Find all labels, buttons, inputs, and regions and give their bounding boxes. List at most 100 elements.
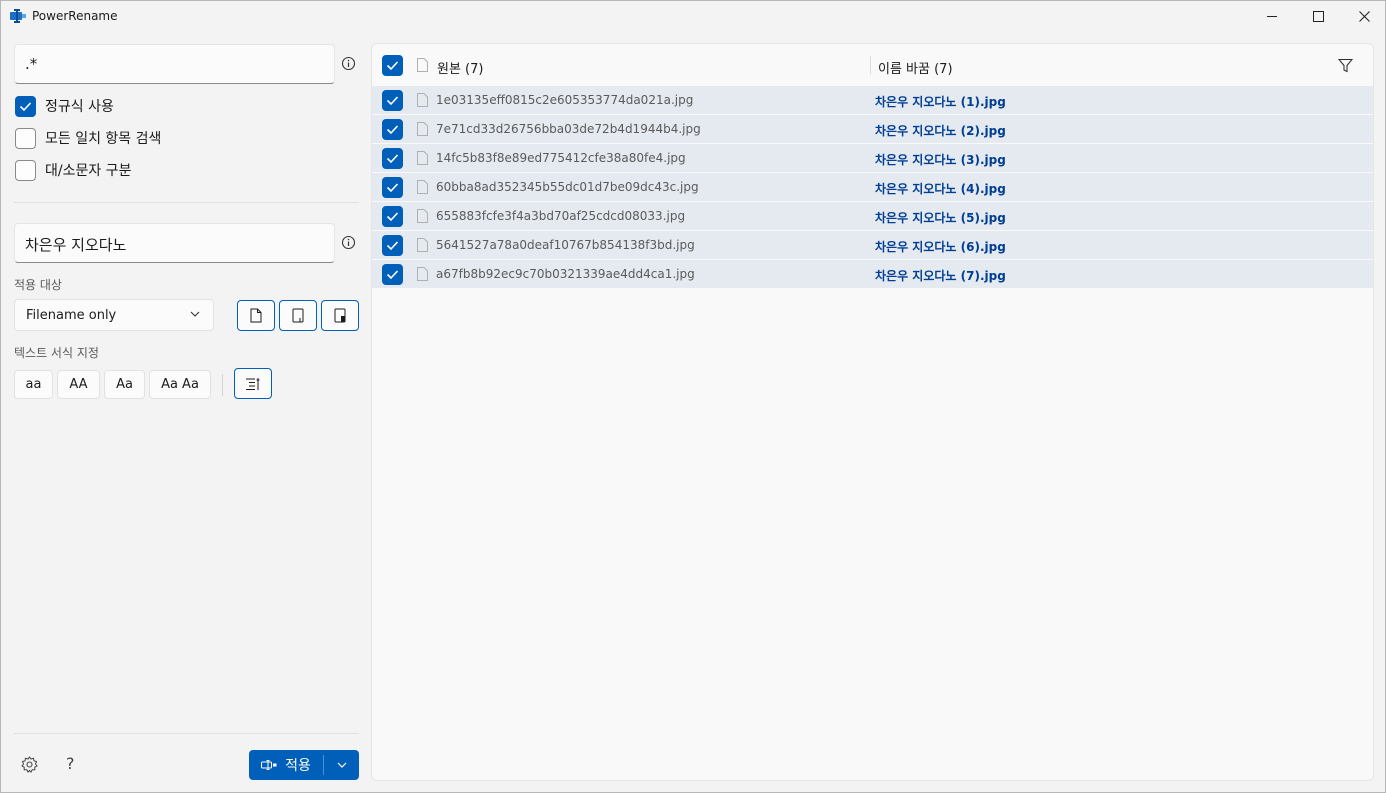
maximize-icon (1312, 11, 1324, 22)
use-regex-label: 정규식 사용 (45, 99, 114, 115)
enumerate-list-icon (246, 377, 260, 390)
use-regex-option[interactable]: 정규식 사용 (15, 95, 114, 117)
include-files-toggle[interactable] (237, 300, 275, 331)
file-icon (417, 58, 428, 72)
table-row[interactable]: 5641527a78a0deaf10767b854138f3bd.jpg 차은우… (372, 231, 1373, 260)
checkmark-icon (386, 270, 399, 280)
powerrename-window: PowerRename .* 정규식 사용 모든 일치 항목 검색 대/소문자 … (0, 0, 1386, 793)
file-list-panel: 원본 (7) 이름 바꿈 (7) 1e03135eff0815c2e605353… (371, 43, 1374, 781)
chevron-down-icon (337, 762, 346, 768)
checkmark-icon (386, 154, 399, 164)
row-checkbox[interactable] (382, 177, 403, 198)
folder-doc-icon (292, 308, 304, 323)
enumerate-items-toggle[interactable] (234, 368, 272, 399)
file-icon (417, 180, 428, 194)
row-checkbox[interactable] (382, 264, 403, 285)
search-info-icon[interactable] (341, 56, 356, 71)
apply-to-dropdown[interactable]: Filename only (14, 299, 214, 331)
table-row[interactable]: 655883fcfe3f4a3bd70af25cdcd08033.jpg 차은우… (372, 202, 1373, 231)
match-all-label: 모든 일치 항목 검색 (45, 131, 162, 147)
include-folders-toggle[interactable] (279, 300, 317, 331)
rename-button[interactable]: 적용 (249, 750, 323, 780)
original-filename: 60bba8ad352345b55dc01d7be09dc43c.jpg (436, 180, 699, 194)
rename-dropdown-button[interactable] (324, 750, 359, 780)
row-checkbox[interactable] (382, 235, 403, 256)
rename-icon (261, 760, 277, 770)
list-header: 원본 (7) 이름 바꿈 (7) (372, 44, 1373, 86)
replace-info-icon[interactable] (341, 235, 356, 250)
row-checkbox[interactable] (382, 90, 403, 111)
file-icon (417, 122, 428, 136)
footer-divider (14, 733, 359, 734)
checkmark-icon (386, 183, 399, 193)
renamed-filename: 차은우 지오다노 (5).jpg (875, 211, 1006, 225)
subfolder-icon (334, 308, 346, 323)
column-separator (870, 56, 871, 74)
lowercase-button[interactable]: aa (14, 370, 53, 399)
use-regex-checkbox[interactable] (15, 95, 36, 117)
rename-button-label: 적용 (285, 758, 311, 774)
file-icon (417, 267, 428, 281)
powerrename-app-icon (10, 9, 26, 23)
section-divider (14, 202, 359, 203)
capitalize-words-button[interactable]: Aa Aa (149, 370, 211, 399)
search-input[interactable]: .* (14, 44, 335, 84)
renamed-filename: 차은우 지오다노 (6).jpg (875, 240, 1006, 254)
checkmark-icon (386, 212, 399, 222)
original-column-header[interactable]: 원본 (7) (437, 58, 483, 77)
title-bar: PowerRename (1, 1, 1385, 32)
replace-input-value: 차은우 지오다노 (25, 236, 127, 254)
window-title: PowerRename (32, 9, 118, 23)
table-row[interactable]: 60bba8ad352345b55dc01d7be09dc43c.jpg 차은우… (372, 173, 1373, 202)
select-all-checkbox[interactable] (382, 55, 403, 76)
renamed-filename: 차은우 지오다노 (2).jpg (875, 124, 1006, 138)
minimize-icon (1266, 16, 1277, 17)
original-filename: 655883fcfe3f4a3bd70af25cdcd08033.jpg (436, 209, 686, 223)
file-icon (250, 308, 262, 323)
case-sensitive-option[interactable]: 대/소문자 구분 (15, 159, 131, 181)
uppercase-button[interactable]: AA (57, 370, 100, 399)
filter-icon[interactable] (1338, 58, 1353, 73)
original-filename: a67fb8b92ec9c70b0321339ae4dd4ca1.jpg (436, 267, 695, 281)
checkmark-icon (386, 125, 399, 135)
close-button[interactable] (1341, 1, 1386, 32)
search-input-value: .* (25, 55, 38, 73)
format-separator (222, 374, 223, 396)
close-icon (1358, 11, 1370, 22)
table-row[interactable]: 7e71cd33d26756bba03de72b4d1944b4.jpg 차은우… (372, 115, 1373, 144)
help-button[interactable]: ? (66, 754, 75, 773)
original-filename: 7e71cd33d26756bba03de72b4d1944b4.jpg (436, 122, 701, 136)
settings-gear-icon[interactable] (21, 756, 38, 773)
row-checkbox[interactable] (382, 119, 403, 140)
file-icon (417, 238, 428, 252)
table-row[interactable]: 14fc5b83f8e89ed775412cfe38a80fe4.jpg 차은우… (372, 144, 1373, 173)
file-rows: 1e03135eff0815c2e605353774da021a.jpg 차은우… (372, 86, 1373, 289)
checkmark-icon (386, 61, 399, 71)
minimize-button[interactable] (1249, 1, 1295, 32)
row-checkbox[interactable] (382, 206, 403, 227)
replace-input[interactable]: 차은우 지오다노 (14, 223, 335, 263)
titlecase-button[interactable]: Aa (104, 370, 145, 399)
table-row[interactable]: 1e03135eff0815c2e605353774da021a.jpg 차은우… (372, 86, 1373, 115)
original-filename: 14fc5b83f8e89ed775412cfe38a80fe4.jpg (436, 151, 686, 165)
checkmark-icon (19, 101, 32, 111)
maximize-button[interactable] (1295, 1, 1341, 32)
row-checkbox[interactable] (382, 148, 403, 169)
apply-to-label: 적용 대상 (14, 278, 62, 292)
checkmark-icon (386, 96, 399, 106)
file-icon (417, 209, 428, 223)
renamed-filename: 차은우 지오다노 (4).jpg (875, 182, 1006, 196)
case-sensitive-label: 대/소문자 구분 (45, 163, 132, 179)
checkmark-icon (386, 241, 399, 251)
rename-split-button[interactable]: 적용 (249, 750, 359, 780)
case-sensitive-checkbox[interactable] (15, 159, 36, 181)
file-icon (417, 151, 428, 165)
include-subfolders-toggle[interactable] (321, 300, 359, 331)
file-icon (417, 93, 428, 107)
table-row[interactable]: a67fb8b92ec9c70b0321339ae4dd4ca1.jpg 차은우… (372, 260, 1373, 289)
match-all-checkbox[interactable] (15, 127, 36, 149)
original-filename: 5641527a78a0deaf10767b854138f3bd.jpg (436, 238, 695, 252)
renamed-column-header[interactable]: 이름 바꿈 (7) (878, 58, 953, 77)
match-all-option[interactable]: 모든 일치 항목 검색 (15, 127, 161, 149)
apply-to-selected: Filename only (26, 308, 117, 323)
